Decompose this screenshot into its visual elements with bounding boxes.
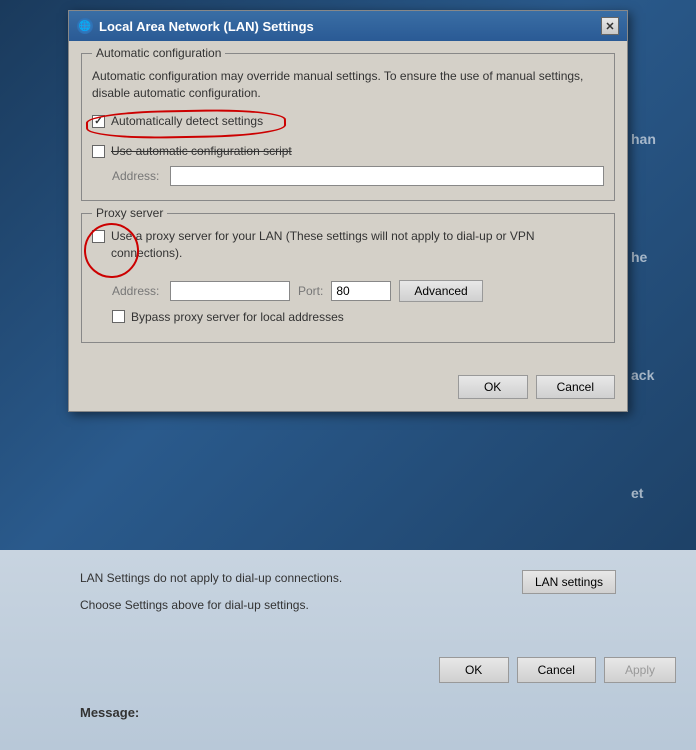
ok-dialog-button[interactable]: OK <box>458 375 528 399</box>
port-label: Port: <box>298 284 323 298</box>
dialog-icon: 🌐 <box>77 18 93 34</box>
auto-config-description: Automatic configuration may override man… <box>92 68 604 102</box>
auto-detect-label: Automatically detect settings <box>111 114 263 128</box>
auto-script-checkbox[interactable] <box>92 145 105 158</box>
proxy-address-label: Address: <box>112 284 162 298</box>
close-button[interactable]: ✕ <box>601 17 619 35</box>
bypass-label: Bypass proxy server for local addresses <box>131 310 344 324</box>
proxy-address-input[interactable] <box>170 281 290 301</box>
config-address-input[interactable] <box>170 166 604 186</box>
port-input[interactable]: 80 <box>331 281 391 301</box>
dialog-titlebar: 🌐 Local Area Network (LAN) Settings ✕ <box>69 11 627 41</box>
bypass-row: Bypass proxy server for local addresses <box>112 310 604 324</box>
auto-config-label: Automatic configuration <box>92 46 225 60</box>
dialog-overlay: 🌐 Local Area Network (LAN) Settings ✕ Au… <box>0 0 696 750</box>
proxy-server-label: Proxy server <box>92 206 167 220</box>
auto-detect-row: Automatically detect settings <box>92 114 263 128</box>
auto-config-content: Automatic configuration may override man… <box>82 54 614 200</box>
advanced-button[interactable]: Advanced <box>399 280 482 302</box>
proxy-server-group: Proxy server Use a proxy server for your… <box>81 213 615 343</box>
config-address-label: Address: <box>112 169 162 183</box>
lan-settings-dialog: 🌐 Local Area Network (LAN) Settings ✕ Au… <box>68 10 628 412</box>
proxy-server-content: Use a proxy server for your LAN (These s… <box>82 214 614 342</box>
cancel-dialog-button[interactable]: Cancel <box>536 375 615 399</box>
auto-script-row: Use automatic configuration script <box>92 144 604 158</box>
proxy-address-row: Address: Port: 80 Advanced <box>112 280 604 302</box>
config-address-row: Address: <box>112 166 604 186</box>
dialog-body: Automatic configuration Automatic config… <box>69 41 627 367</box>
dialog-title: Local Area Network (LAN) Settings <box>99 19 314 34</box>
proxy-checkbox[interactable] <box>92 230 105 243</box>
proxy-checkbox-row: Use a proxy server for your LAN (These s… <box>92 228 541 262</box>
auto-config-group: Automatic configuration Automatic config… <box>81 53 615 201</box>
proxy-checkbox-label: Use a proxy server for your LAN (These s… <box>111 228 541 262</box>
auto-detect-checkbox[interactable] <box>92 115 105 128</box>
titlebar-left: 🌐 Local Area Network (LAN) Settings <box>77 18 314 34</box>
dialog-buttons: OK Cancel <box>69 367 627 411</box>
bypass-checkbox[interactable] <box>112 310 125 323</box>
auto-script-label: Use automatic configuration script <box>111 144 292 158</box>
